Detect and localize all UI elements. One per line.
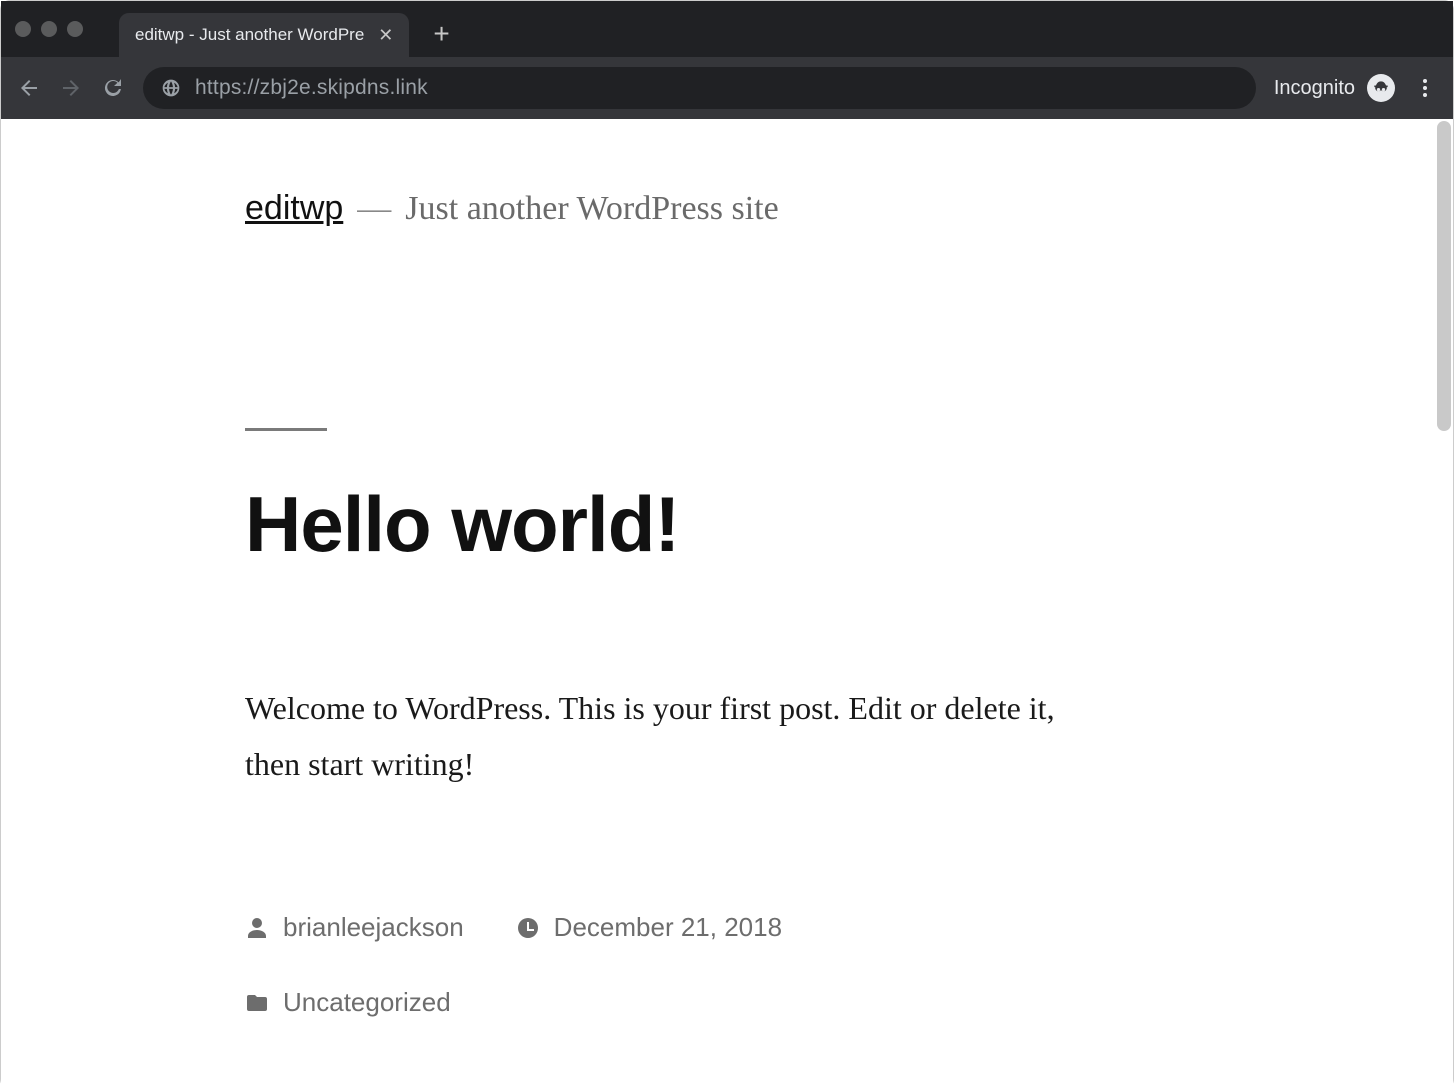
folder-icon (245, 991, 269, 1015)
address-bar[interactable]: https://zbj2e.skipdns.link (143, 67, 1256, 109)
reload-button[interactable] (101, 76, 125, 100)
browser-chrome: editwp - Just another WordPre ✕ + https:… (1, 1, 1453, 119)
site-header: editwp — Just another WordPress site (245, 189, 1101, 228)
url-text: https://zbj2e.skipdns.link (195, 76, 428, 100)
scrollbar[interactable] (1437, 121, 1451, 431)
date-link[interactable]: December 21, 2018 (554, 912, 782, 943)
post-date: December 21, 2018 (516, 912, 782, 943)
forward-button (59, 76, 83, 100)
site-content: editwp — Just another WordPress site Hel… (1, 119, 1101, 1018)
clock-icon (516, 916, 540, 940)
post-meta: brianleejackson December 21, 2018 Uncate… (245, 912, 1101, 1018)
window-maximize-icon[interactable] (67, 21, 83, 37)
post-title[interactable]: Hello world! (245, 479, 1101, 570)
tab-strip: editwp - Just another WordPre ✕ + (1, 1, 1453, 57)
browser-tab[interactable]: editwp - Just another WordPre ✕ (119, 13, 409, 57)
incognito-icon (1367, 74, 1395, 102)
post-author: brianleejackson (245, 912, 464, 943)
browser-menu-button[interactable] (1413, 76, 1437, 100)
post-divider (245, 428, 327, 431)
window-close-icon[interactable] (15, 21, 31, 37)
site-title-link[interactable]: editwp (245, 189, 343, 228)
site-tagline: Just another WordPress site (405, 190, 778, 228)
new-tab-button[interactable]: + (433, 20, 449, 48)
author-link[interactable]: brianleejackson (283, 912, 464, 943)
browser-toolbar: https://zbj2e.skipdns.link Incognito (1, 57, 1453, 119)
title-separator: — (357, 190, 391, 228)
incognito-label: Incognito (1274, 77, 1355, 100)
person-icon (245, 916, 269, 940)
site-info-icon[interactable] (161, 78, 181, 98)
page-viewport: editwp — Just another WordPress site Hel… (1, 119, 1453, 1090)
back-button[interactable] (17, 76, 41, 100)
post-excerpt: Welcome to WordPress. This is your first… (245, 680, 1085, 792)
close-tab-icon[interactable]: ✕ (378, 25, 393, 46)
incognito-indicator: Incognito (1274, 74, 1395, 102)
window-controls (15, 21, 83, 37)
window-minimize-icon[interactable] (41, 21, 57, 37)
post-title-text: Hello world! (245, 480, 679, 568)
tab-title: editwp - Just another WordPre (135, 25, 364, 45)
category-link[interactable]: Uncategorized (283, 987, 451, 1018)
post-category: Uncategorized (245, 987, 1101, 1018)
